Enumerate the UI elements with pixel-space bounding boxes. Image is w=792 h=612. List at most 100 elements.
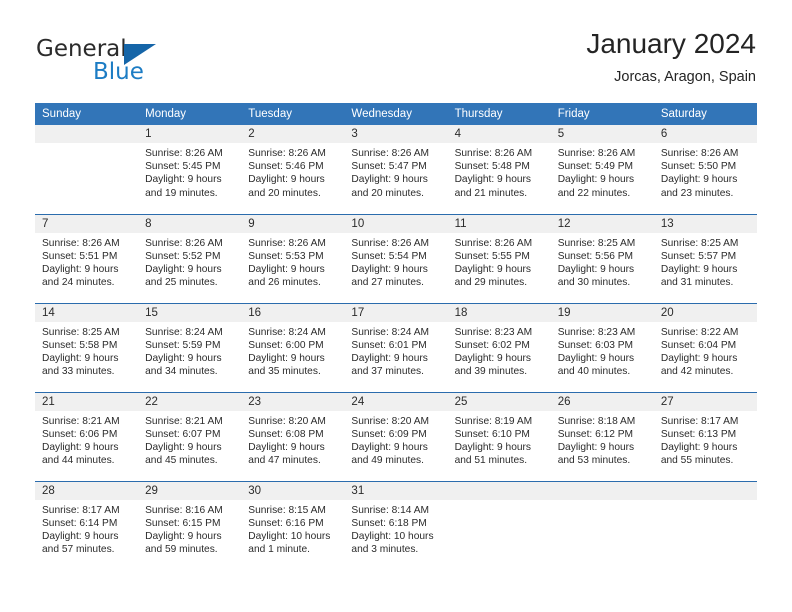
day-number: [35, 125, 139, 143]
page-subtitle-location: Jorcas, Aragon, Spain: [614, 69, 756, 85]
calendar-day-cell[interactable]: 12 Sunrise: 8:25 AM Sunset: 5:56 PM Dayl…: [550, 213, 654, 303]
calendar-day-cell[interactable]: 31 Sunrise: 8:14 AM Sunset: 6:18 PM Dayl…: [344, 480, 448, 570]
day-number: 2: [241, 125, 345, 143]
logo-text-blue: Blue: [93, 59, 144, 85]
calendar-day-cell[interactable]: 21 Sunrise: 8:21 AM Sunset: 6:06 PM Dayl…: [35, 391, 139, 481]
day-details: Sunrise: 8:17 AM Sunset: 6:14 PM Dayligh…: [42, 504, 120, 556]
calendar-day-cell[interactable]: 2 Sunrise: 8:26 AM Sunset: 5:46 PM Dayli…: [241, 125, 345, 214]
day-number: 20: [653, 303, 757, 322]
day-details: Sunrise: 8:26 AM Sunset: 5:55 PM Dayligh…: [454, 237, 533, 289]
calendar-day-cell[interactable]: 19 Sunrise: 8:23 AM Sunset: 6:03 PM Dayl…: [550, 302, 654, 392]
day-number: 6: [653, 125, 757, 143]
general-blue-logo: General Blue: [36, 36, 166, 88]
day-number: 10: [344, 214, 448, 233]
title-block: January 2024 Jorcas, Aragon, Spain: [586, 26, 756, 88]
weekday-header-row: Sunday Monday Tuesday Wednesday Thursday…: [35, 103, 757, 125]
day-details: Sunrise: 8:26 AM Sunset: 5:48 PM Dayligh…: [454, 148, 533, 199]
calendar-body: 1 Sunrise: 8:26 AM Sunset: 5:45 PM Dayli…: [35, 125, 757, 570]
day-details: Sunrise: 8:26 AM Sunset: 5:53 PM Dayligh…: [248, 237, 326, 289]
calendar-day-cell[interactable]: 16 Sunrise: 8:24 AM Sunset: 6:00 PM Dayl…: [241, 302, 345, 392]
day-number: 14: [35, 303, 139, 322]
calendar-day-cell[interactable]: 20 Sunrise: 8:22 AM Sunset: 6:04 PM Dayl…: [653, 302, 757, 392]
calendar-day-cell[interactable]: 18 Sunrise: 8:23 AM Sunset: 6:02 PM Dayl…: [447, 302, 551, 392]
day-number: 9: [241, 214, 345, 233]
weekday-header-thursday: Thursday: [447, 103, 551, 125]
day-details: Sunrise: 8:17 AM Sunset: 6:13 PM Dayligh…: [660, 415, 739, 467]
calendar-day-cell[interactable]: 10 Sunrise: 8:26 AM Sunset: 5:54 PM Dayl…: [344, 213, 448, 303]
day-details: Sunrise: 8:26 AM Sunset: 5:47 PM Dayligh…: [351, 148, 430, 199]
calendar-day-cell[interactable]: 5 Sunrise: 8:26 AM Sunset: 5:49 PM Dayli…: [550, 125, 654, 214]
day-number: 18: [447, 303, 551, 322]
page-header: General Blue January 2024 Jorcas, Aragon…: [0, 0, 792, 100]
day-number: 17: [344, 303, 448, 322]
page-title: January 2024: [586, 28, 756, 59]
calendar-day-cell[interactable]: 4 Sunrise: 8:26 AM Sunset: 5:48 PM Dayli…: [447, 125, 551, 214]
day-details: Sunrise: 8:16 AM Sunset: 6:15 PM Dayligh…: [145, 504, 223, 556]
calendar-day-cell[interactable]: 7 Sunrise: 8:26 AM Sunset: 5:51 PM Dayli…: [35, 213, 139, 303]
weekday-header-tuesday: Tuesday: [241, 103, 345, 125]
calendar-day-cell[interactable]: 27 Sunrise: 8:17 AM Sunset: 6:13 PM Dayl…: [653, 391, 757, 481]
calendar-day-cell[interactable]: 6 Sunrise: 8:26 AM Sunset: 5:50 PM Dayli…: [653, 125, 757, 214]
weekday-header-monday: Monday: [138, 103, 242, 125]
day-number: [550, 481, 654, 500]
calendar-header-row-group: Sunday Monday Tuesday Wednesday Thursday…: [35, 103, 757, 125]
day-number: 1: [138, 125, 242, 143]
calendar-week-row: 28 Sunrise: 8:17 AM Sunset: 6:14 PM Dayl…: [35, 480, 757, 570]
day-number: 7: [35, 214, 139, 233]
weekday-header-saturday: Saturday: [653, 103, 757, 125]
calendar-day-cell[interactable]: 1 Sunrise: 8:26 AM Sunset: 5:45 PM Dayli…: [138, 125, 242, 214]
calendar-day-cell[interactable]: 11 Sunrise: 8:26 AM Sunset: 5:55 PM Dayl…: [447, 213, 551, 303]
calendar-day-cell[interactable]: 14 Sunrise: 8:25 AM Sunset: 5:58 PM Dayl…: [35, 302, 139, 392]
day-number: 12: [550, 214, 654, 233]
day-details: Sunrise: 8:21 AM Sunset: 6:07 PM Dayligh…: [145, 415, 223, 467]
day-details: Sunrise: 8:25 AM Sunset: 5:57 PM Dayligh…: [660, 237, 739, 289]
calendar-week-row: 1 Sunrise: 8:26 AM Sunset: 5:45 PM Dayli…: [35, 125, 757, 214]
day-details: Sunrise: 8:25 AM Sunset: 5:56 PM Dayligh…: [557, 237, 636, 289]
day-number: 25: [447, 392, 551, 411]
calendar-day-cell[interactable]: 26 Sunrise: 8:18 AM Sunset: 6:12 PM Dayl…: [550, 391, 654, 481]
calendar-day-cell[interactable]: 28 Sunrise: 8:17 AM Sunset: 6:14 PM Dayl…: [35, 480, 139, 570]
day-number: 27: [653, 392, 757, 411]
day-number: 15: [138, 303, 242, 322]
calendar-day-cell[interactable]: [653, 480, 757, 570]
day-number: 26: [550, 392, 654, 411]
day-number: 16: [241, 303, 345, 322]
calendar-day-cell[interactable]: 3 Sunrise: 8:26 AM Sunset: 5:47 PM Dayli…: [344, 125, 448, 214]
calendar-day-cell[interactable]: [550, 480, 654, 570]
calendar-page: General Blue January 2024 Jorcas, Aragon…: [0, 0, 792, 612]
day-details: Sunrise: 8:26 AM Sunset: 5:50 PM Dayligh…: [660, 148, 739, 199]
calendar-day-cell[interactable]: 29 Sunrise: 8:16 AM Sunset: 6:15 PM Dayl…: [138, 480, 242, 570]
day-details: Sunrise: 8:25 AM Sunset: 5:58 PM Dayligh…: [42, 326, 120, 378]
day-number: [447, 481, 551, 500]
day-number: 23: [241, 392, 345, 411]
day-details: Sunrise: 8:15 AM Sunset: 6:16 PM Dayligh…: [248, 504, 331, 556]
calendar-day-cell[interactable]: 30 Sunrise: 8:15 AM Sunset: 6:16 PM Dayl…: [241, 480, 345, 570]
day-number: 31: [344, 481, 448, 500]
day-number: 3: [344, 125, 448, 143]
calendar-day-cell[interactable]: 24 Sunrise: 8:20 AM Sunset: 6:09 PM Dayl…: [344, 391, 448, 481]
day-details: Sunrise: 8:26 AM Sunset: 5:49 PM Dayligh…: [557, 148, 636, 199]
weekday-header-friday: Friday: [550, 103, 654, 125]
calendar-day-cell[interactable]: [35, 125, 139, 214]
day-details: Sunrise: 8:24 AM Sunset: 6:01 PM Dayligh…: [351, 326, 430, 378]
calendar-day-cell[interactable]: 8 Sunrise: 8:26 AM Sunset: 5:52 PM Dayli…: [138, 213, 242, 303]
day-details: Sunrise: 8:26 AM Sunset: 5:51 PM Dayligh…: [42, 237, 120, 289]
calendar-day-cell[interactable]: 23 Sunrise: 8:20 AM Sunset: 6:08 PM Dayl…: [241, 391, 345, 481]
day-details: Sunrise: 8:14 AM Sunset: 6:18 PM Dayligh…: [351, 504, 434, 556]
calendar-day-cell[interactable]: 15 Sunrise: 8:24 AM Sunset: 5:59 PM Dayl…: [138, 302, 242, 392]
calendar-day-cell[interactable]: 13 Sunrise: 8:25 AM Sunset: 5:57 PM Dayl…: [653, 213, 757, 303]
calendar-day-cell[interactable]: 25 Sunrise: 8:19 AM Sunset: 6:10 PM Dayl…: [447, 391, 551, 481]
calendar-day-cell[interactable]: 22 Sunrise: 8:21 AM Sunset: 6:07 PM Dayl…: [138, 391, 242, 481]
day-number: 4: [447, 125, 551, 143]
calendar-day-cell[interactable]: 9 Sunrise: 8:26 AM Sunset: 5:53 PM Dayli…: [241, 213, 345, 303]
day-number: 8: [138, 214, 242, 233]
day-number: 28: [35, 481, 139, 500]
calendar-table: Sunday Monday Tuesday Wednesday Thursday…: [35, 103, 757, 570]
day-number: 5: [550, 125, 654, 143]
day-number: 21: [35, 392, 139, 411]
calendar-day-cell[interactable]: 17 Sunrise: 8:24 AM Sunset: 6:01 PM Dayl…: [344, 302, 448, 392]
calendar-day-cell[interactable]: [447, 480, 551, 570]
day-number: 29: [138, 481, 242, 500]
day-details: Sunrise: 8:20 AM Sunset: 6:09 PM Dayligh…: [351, 415, 430, 467]
day-details: Sunrise: 8:26 AM Sunset: 5:46 PM Dayligh…: [248, 148, 326, 199]
